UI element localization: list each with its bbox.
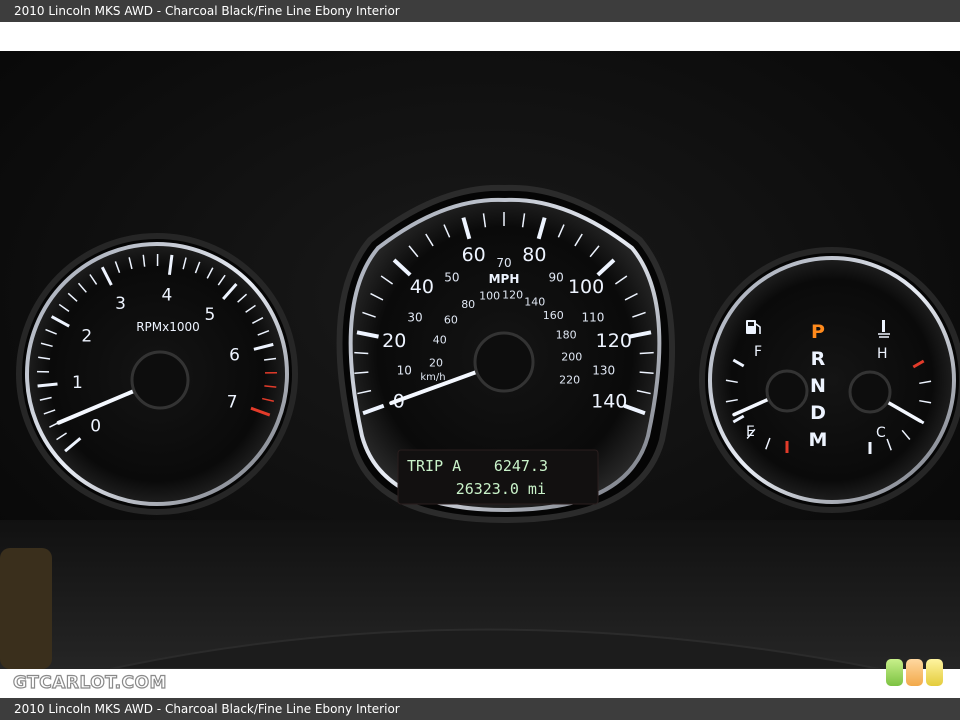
trip-value: 6247.3 [494,457,548,475]
green-badge-dot [886,659,903,686]
speedo-minor-label: 110 [582,310,605,324]
caption-text: 2010 Lincoln MKS AWD - Charcoal Black/Fi… [14,4,400,18]
gear-r: R [811,348,826,370]
speedo-minor-label: 30 [407,310,422,324]
speedo-label: 100 [568,276,604,298]
orange-badge-dot [906,659,923,686]
kmh-label: 20 [429,357,443,370]
speedometer: 020406080100120140 1030507090110130 2040… [336,184,675,524]
kmh-label: 200 [561,351,582,364]
speedo-label: 40 [410,276,434,298]
instrument-cluster-photo: 01234567 RPMx1000 020406080100120140 103… [0,51,960,669]
fuel-empty-label: E [746,424,755,440]
speedo-label: 140 [591,390,627,412]
trip-label: TRIP A [407,457,461,475]
bottom-caption-bar: 2010 Lincoln MKS AWD - Charcoal Black/Fi… [0,698,960,720]
caption-text-bottom: 2010 Lincoln MKS AWD - Charcoal Black/Fi… [14,702,400,716]
kmh-label: 120 [502,289,523,302]
kmh-label: 180 [556,328,577,341]
tach-unit-label: RPMx1000 [136,320,200,334]
tach-label: 0 [90,416,101,436]
speedo-minor-label: 50 [444,271,459,285]
speedo-tick [639,371,654,374]
tach-label: 1 [72,373,83,393]
kmh-label: 100 [479,290,500,303]
kmh-label: 220 [559,374,580,387]
temp-hot-label: H [877,346,888,362]
gear-p: P [811,321,825,343]
speedo-minor-label: 130 [592,363,615,377]
tach-label: 4 [162,286,173,306]
tach-label: 5 [205,305,216,325]
gear-m: M [809,429,828,451]
odometer-total: 26323.0 mi [456,480,546,498]
fuel-hub [765,369,809,413]
kmh-label: 60 [444,314,458,327]
tachometer: 0 1 2 3 4 56 7 RPMx1000 [16,233,298,515]
fuel-full-label: F [754,344,762,360]
site-logo[interactable]: GTCARLOT.COM [12,672,167,693]
top-caption-bar: 2010 Lincoln MKS AWD - Charcoal Black/Fi… [0,0,960,22]
tach-tick [37,382,58,388]
gear-n: N [810,375,826,397]
tach-label: 7 [227,392,238,412]
speedo-tick [354,371,369,374]
speedo-unit-label: MPH [489,272,520,286]
speedo-label: 60 [462,244,486,266]
combo-ring [708,256,956,504]
tach-label: 6 [229,345,240,365]
kmh-label: 80 [461,298,475,311]
temp-cold-label: C [876,425,886,441]
gear-indicator: PRNDM [809,321,828,451]
speedo-tick [639,351,654,355]
speedo-minor-label: 10 [397,363,412,377]
tach-hub [130,350,190,410]
speedo-label: 20 [382,330,406,352]
temp-hub [848,370,892,414]
kmh-label: 40 [433,334,447,347]
kmh-unit-label: km/h [420,372,445,383]
yellow-badge-dot [926,659,943,686]
steering-column-edge [0,548,52,669]
kmh-label: 140 [524,295,545,308]
speedo-hub [473,331,535,393]
combo-gauge: F E H C PRNDM [699,247,960,513]
speedo-tick [354,351,369,355]
tach-label: 3 [115,294,126,314]
speedo-label: 120 [596,330,632,352]
speedo-label: 80 [522,244,546,266]
gear-d: D [810,402,826,424]
speedo-minor-label: 90 [549,271,564,285]
tach-label: 2 [81,327,92,347]
speedo-minor-label: 70 [496,256,511,270]
kmh-label: 160 [543,309,564,322]
